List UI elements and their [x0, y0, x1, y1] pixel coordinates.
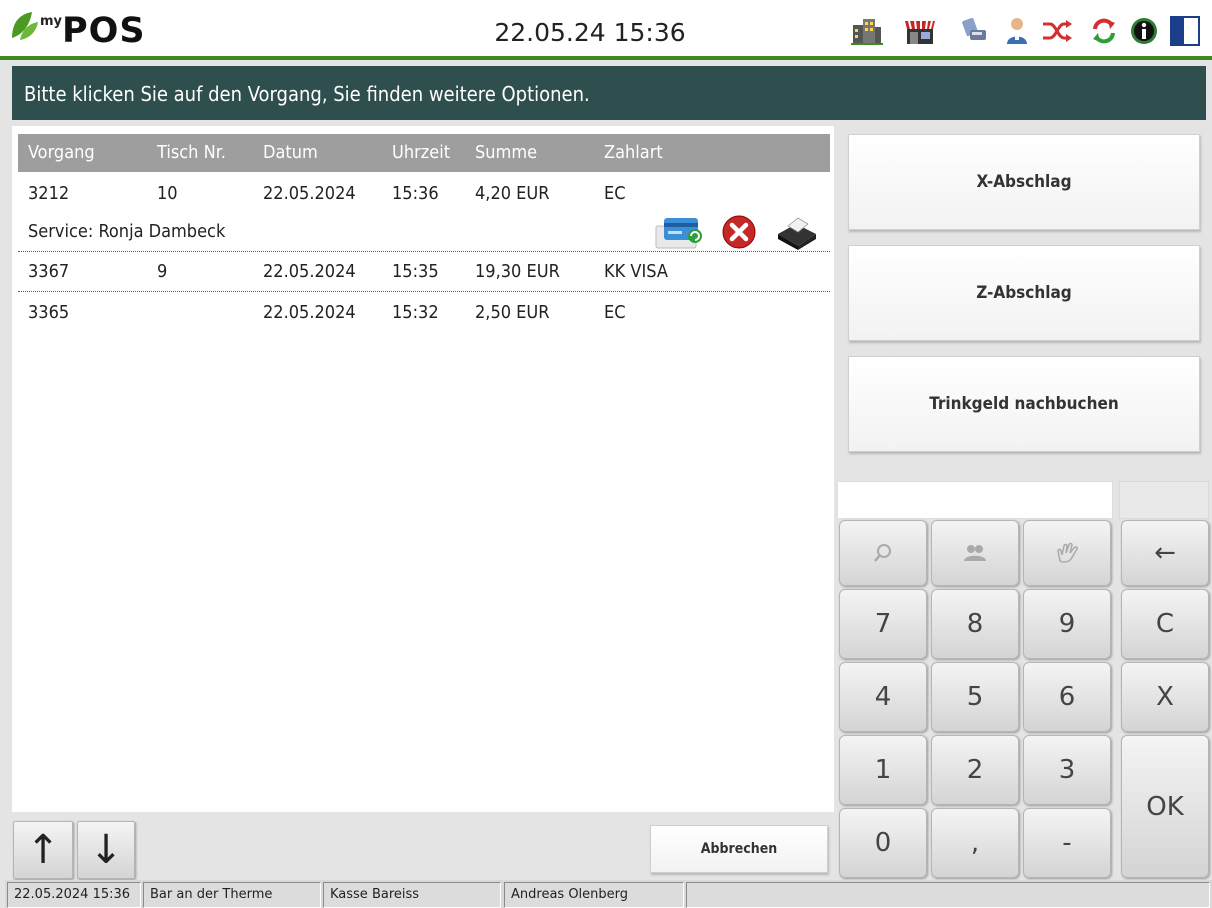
shuffle-icon[interactable] [1040, 14, 1074, 48]
key-5[interactable]: 5 [931, 662, 1019, 732]
cell-zahlart: EC [604, 183, 626, 204]
cell-tisch: 10 [157, 183, 178, 204]
search-key[interactable] [839, 520, 927, 586]
status-extra [686, 882, 1210, 908]
cell-datum: 22.05.2024 [263, 302, 356, 323]
x-abschlag-button[interactable]: X-Abschlag [848, 134, 1200, 230]
table-header: Vorgang Tisch Nr. Datum Uhrzeit Summe Za… [18, 134, 830, 172]
key-1[interactable]: 1 [839, 735, 927, 805]
cell-datum: 22.05.2024 [263, 183, 356, 204]
col-datum: Datum [263, 142, 318, 163]
key-7[interactable]: 7 [839, 589, 927, 659]
multiply-key[interactable]: X [1121, 662, 1209, 732]
status-register: Kasse Bareiss [323, 882, 501, 908]
key-2[interactable]: 2 [931, 735, 1019, 805]
logo-text-my: my [40, 14, 63, 29]
status-location: Bar an der Therme [143, 882, 321, 908]
abbrechen-button[interactable]: Abbrechen [650, 825, 828, 873]
cell-summe: 4,20 EUR [475, 183, 550, 204]
table-row-3367[interactable]: 3367 9 22.05.2024 15:35 19,30 EUR KK VIS… [18, 252, 830, 292]
comma-key[interactable]: , [931, 808, 1019, 878]
ok-key[interactable]: OK [1121, 735, 1209, 878]
header-datetime: 22.05.24 15:36 [494, 18, 686, 47]
clear-key[interactable]: C [1121, 589, 1209, 659]
status-datetime: 22.05.2024 15:36 [7, 882, 141, 908]
building-icon[interactable] [850, 14, 884, 48]
cancel-transaction-icon[interactable] [720, 214, 758, 250]
scroll-down-button[interactable]: ↓ [77, 821, 135, 879]
keypad-input[interactable] [837, 481, 1113, 519]
users-icon [964, 545, 986, 561]
cell-zahlart: EC [604, 302, 626, 323]
hand-icon [1057, 542, 1078, 563]
sign-key[interactable] [1023, 520, 1111, 586]
mypos-logo: my POS [10, 8, 146, 52]
cell-uhrzeit: 15:32 [392, 302, 439, 323]
app-header: my POS 22.05.24 15:36 [0, 0, 1212, 60]
user-icon[interactable] [1000, 14, 1034, 48]
cell-summe: 2,50 EUR [475, 302, 550, 323]
trinkgeld-nachbuchen-button[interactable]: Trinkgeld nachbuchen [848, 356, 1200, 452]
card-payment-icon[interactable] [654, 212, 704, 252]
customer-key[interactable] [931, 520, 1019, 586]
service-label: Service: Ronja Dambeck [28, 221, 226, 242]
z-abschlag-button[interactable]: Z-Abschlag [848, 245, 1200, 341]
instruction-banner: Bitte klicken Sie auf den Vorgang, Sie f… [12, 66, 1206, 120]
key-8[interactable]: 8 [931, 589, 1019, 659]
scroll-up-button[interactable]: ↑ [13, 821, 73, 879]
terminal-icon[interactable] [958, 14, 992, 48]
cell-summe: 19,30 EUR [475, 261, 560, 282]
keypad-display-box [1119, 481, 1209, 519]
cell-uhrzeit: 15:36 [392, 183, 439, 204]
col-uhrzeit: Uhrzeit [392, 142, 451, 163]
leaf-logo-icon [12, 12, 38, 40]
cell-vorgang: 3367 [28, 261, 70, 282]
status-user: Andreas Olenberg [504, 882, 684, 908]
store-icon[interactable] [903, 14, 937, 48]
key-9[interactable]: 9 [1023, 589, 1111, 659]
col-summe: Summe [475, 142, 538, 163]
cell-vorgang: 3212 [28, 183, 70, 204]
cell-tisch: 9 [157, 261, 168, 282]
cell-datum: 22.05.2024 [263, 261, 356, 282]
key-0[interactable]: 0 [839, 808, 927, 878]
printer-icon[interactable] [774, 212, 820, 252]
table-row-3365[interactable]: 3365 22.05.2024 15:32 2,50 EUR EC [18, 293, 830, 333]
status-bar: 22.05.2024 15:36 Bar an der Therme Kasse… [5, 880, 1212, 908]
col-vorgang: Vorgang [28, 142, 95, 163]
key-3[interactable]: 3 [1023, 735, 1111, 805]
search-icon [874, 544, 891, 562]
cell-zahlart: KK VISA [604, 261, 668, 282]
col-tisch: Tisch Nr. [157, 142, 226, 163]
cell-vorgang: 3365 [28, 302, 70, 323]
key-6[interactable]: 6 [1023, 662, 1111, 732]
panel-icon[interactable] [1168, 14, 1202, 48]
table-row-3212-detail: Service: Ronja Dambeck [18, 212, 830, 252]
col-zahlart: Zahlart [604, 142, 663, 163]
minus-key[interactable]: - [1023, 808, 1111, 878]
table-row-3212[interactable]: 3212 10 22.05.2024 15:36 4,20 EUR EC [18, 174, 830, 214]
info-icon[interactable] [1127, 14, 1161, 48]
refresh-icon[interactable] [1087, 14, 1121, 48]
key-4[interactable]: 4 [839, 662, 927, 732]
logo-text-pos: POS [62, 11, 146, 51]
backspace-key[interactable]: ← [1121, 520, 1209, 586]
cell-uhrzeit: 15:35 [392, 261, 439, 282]
